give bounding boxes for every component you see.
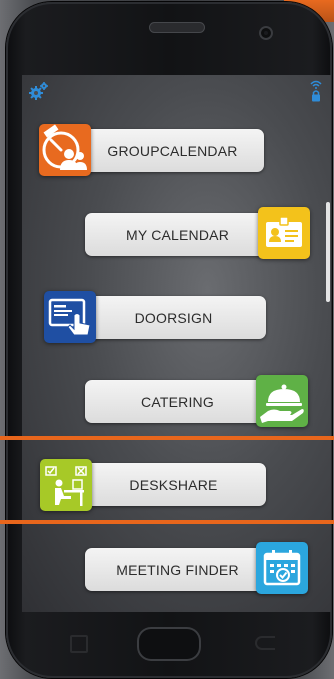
- group-calendar-icon[interactable]: [39, 124, 91, 176]
- phone-screen: GROUPCALENDAR MY CALENDAR DOORSIGN CATER…: [22, 75, 331, 612]
- id-card-icon[interactable]: [258, 207, 310, 259]
- meeting-finder-label: MEETING FINDER: [116, 561, 239, 578]
- highlight-line-bottom: [0, 520, 334, 524]
- earpiece-speaker: [149, 22, 205, 33]
- status-bar: [22, 75, 331, 103]
- cloche-icon[interactable]: [256, 375, 308, 427]
- my-calendar-label: MY CALENDAR: [125, 226, 230, 243]
- groupcalendar-button[interactable]: GROUPCALENDAR: [81, 129, 264, 172]
- wifi-lock-icon[interactable]: [309, 79, 323, 103]
- desk-worker-icon[interactable]: [40, 459, 92, 511]
- touchscreen-icon[interactable]: [44, 291, 96, 343]
- catering-button[interactable]: CATERING: [85, 380, 270, 423]
- meeting-finder-button[interactable]: MEETING FINDER: [85, 548, 270, 591]
- back-button[interactable]: [255, 636, 275, 650]
- gear-icon[interactable]: [28, 81, 50, 101]
- calendar-check-icon[interactable]: [256, 542, 308, 594]
- catering-label: CATERING: [141, 393, 214, 410]
- highlight-line-top: [0, 436, 334, 440]
- front-camera: [259, 26, 273, 40]
- recent-apps-button[interactable]: [70, 635, 88, 653]
- home-button[interactable]: [137, 627, 201, 661]
- doorsign-label: DOORSIGN: [134, 309, 213, 326]
- my-calendar-button[interactable]: MY CALENDAR: [85, 213, 270, 256]
- doorsign-button[interactable]: DOORSIGN: [81, 296, 266, 339]
- groupcalendar-label: GROUPCALENDAR: [107, 142, 238, 159]
- deskshare-label: DESKSHARE: [129, 476, 218, 493]
- deskshare-button[interactable]: DESKSHARE: [81, 463, 266, 506]
- scrollbar[interactable]: [326, 202, 330, 302]
